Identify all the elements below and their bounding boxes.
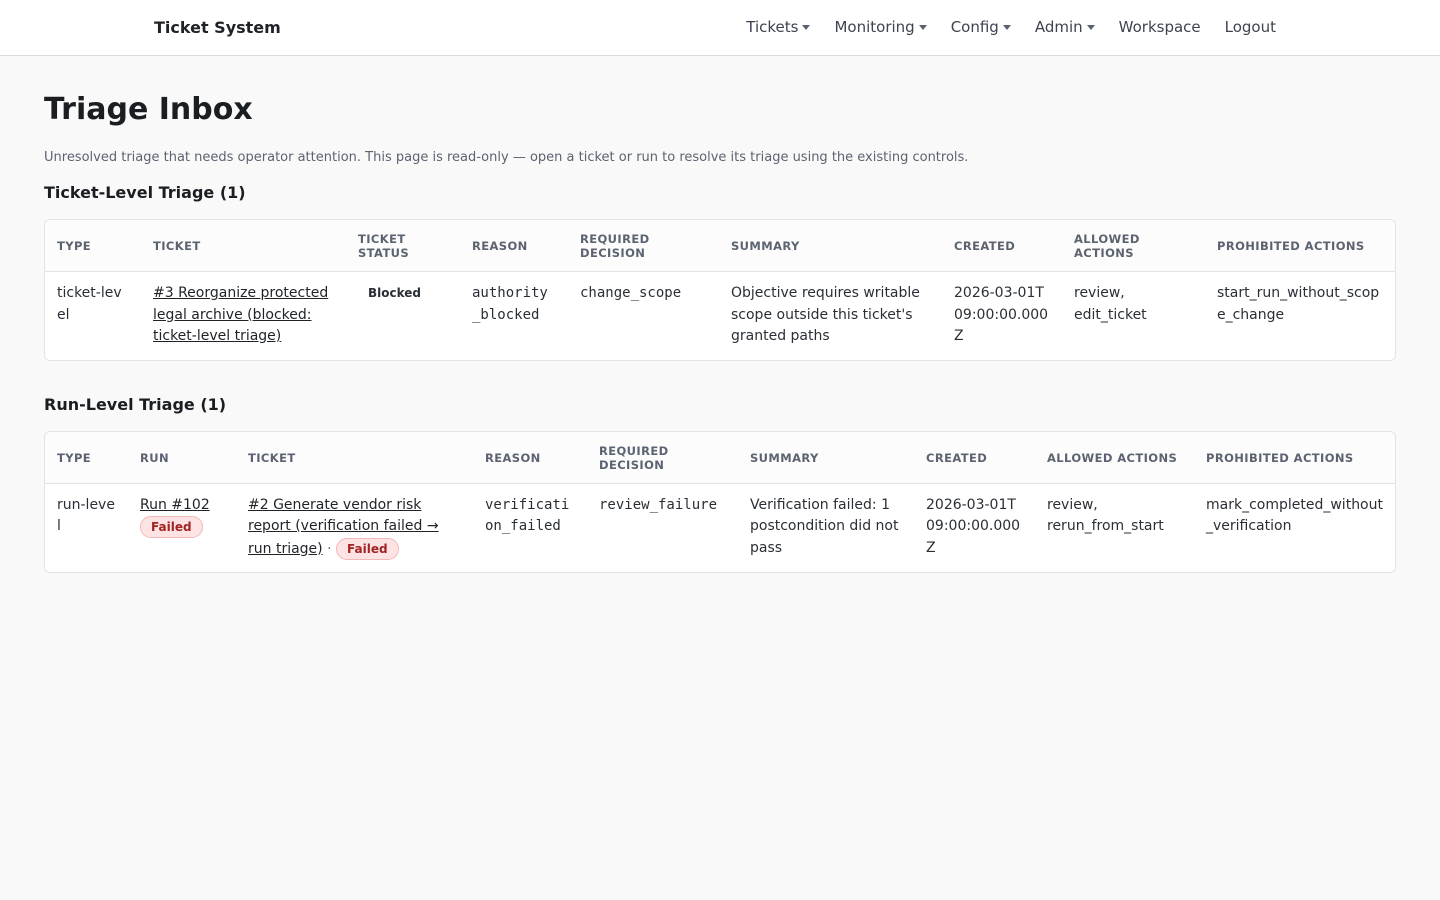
status-badge: Blocked: [368, 286, 422, 300]
column-header-required-decision: REQUIRED DECISION: [568, 220, 719, 272]
column-header-prohibited-actions: PROHIBITED ACTIONS: [1194, 431, 1395, 484]
cell-created: 2026-03-01T09:00:00.000Z: [926, 496, 1021, 556]
nav-logout-label: Logout: [1224, 18, 1276, 36]
page-intro: Unresolved triage that needs operator at…: [44, 150, 969, 165]
ticket-status-badge: Failed: [336, 537, 399, 560]
column-header-allowed-actions: ALLOWED ACTIONS: [1035, 431, 1194, 484]
cell-allowed-actions: review, edit_ticket: [1074, 285, 1147, 323]
column-header-summary: SUMMARY: [719, 220, 942, 272]
cell-summary: Verification failed: 1 postcondition did…: [750, 496, 899, 556]
page-title: Triage Inbox: [44, 92, 253, 127]
column-header-created: CREATED: [942, 220, 1062, 272]
nav-config[interactable]: Config: [951, 18, 1011, 36]
brand-logo[interactable]: Ticket System: [154, 18, 281, 37]
run-triage-heading: Run-Level Triage (1): [44, 394, 227, 414]
nav-tickets-label: Tickets: [746, 18, 799, 36]
ticket-triage-table: TYPE TICKET TICKET STATUS REASON REQUIRE…: [45, 220, 1395, 360]
column-header-created: CREATED: [914, 431, 1035, 484]
caret-down-icon: [918, 24, 927, 30]
run-link[interactable]: Run #102: [140, 497, 210, 513]
cell-type: run-level: [57, 496, 115, 535]
cell-summary: Objective requires writable scope outsid…: [731, 285, 920, 344]
main-nav: Tickets Monitoring Config Admin Workspac…: [746, 18, 1276, 36]
column-header-reason: REASON: [473, 431, 587, 484]
run-triage-table: TYPE RUN TICKET REASON REQUIRED DECISION…: [45, 431, 1395, 573]
column-header-summary: SUMMARY: [738, 431, 914, 484]
ticket-link[interactable]: #3 Reorganize protected legal archive (b…: [153, 285, 328, 344]
column-header-allowed-actions: ALLOWED ACTIONS: [1062, 220, 1205, 272]
column-header-type: TYPE: [45, 431, 128, 484]
table-header-row: TYPE RUN TICKET REASON REQUIRED DECISION…: [45, 431, 1395, 484]
table-header-row: TYPE TICKET TICKET STATUS REASON REQUIRE…: [45, 220, 1395, 272]
cell-allowed-actions: review, rerun_from_start: [1047, 496, 1164, 535]
cell-ticket: #2 Generate vendor risk report (verifica…: [236, 483, 473, 572]
run-status-badge: Failed: [140, 516, 203, 538]
caret-down-icon: [1002, 24, 1011, 30]
separator-dot: ·: [327, 540, 332, 557]
ticket-triage-heading: Ticket-Level Triage (1): [44, 183, 246, 202]
cell-type: ticket-level: [57, 285, 122, 323]
cell-ticket-status: Blocked: [346, 272, 460, 360]
run-triage-table-card: TYPE RUN TICKET REASON REQUIRED DECISION…: [44, 430, 1396, 573]
caret-down-icon: [802, 24, 811, 30]
cell-prohibited-actions: mark_completed_without_verification: [1206, 496, 1383, 535]
cell-prohibited-actions: start_run_without_scope_change: [1217, 285, 1380, 323]
nav-workspace-label: Workspace: [1118, 18, 1201, 36]
nav-admin-label: Admin: [1034, 18, 1083, 36]
column-header-ticket: TICKET: [141, 220, 346, 272]
ticket-triage-table-card: TYPE TICKET TICKET STATUS REASON REQUIRE…: [44, 219, 1396, 361]
column-header-run: RUN: [128, 431, 236, 484]
nav-monitoring-label: Monitoring: [834, 18, 915, 36]
nav-config-label: Config: [950, 18, 999, 36]
top-navbar: Ticket System Tickets Monitoring Config …: [0, 0, 1440, 56]
cell-reason: authority_blocked: [472, 285, 548, 323]
cell-reason: verification_failed: [485, 496, 570, 535]
column-header-type: TYPE: [45, 220, 141, 272]
cell-ticket: #3 Reorganize protected legal archive (b…: [141, 272, 346, 360]
caret-down-icon: [1086, 24, 1095, 30]
nav-monitoring[interactable]: Monitoring: [834, 18, 927, 36]
main-content: Triage Inbox Unresolved triage that need…: [0, 56, 1440, 573]
nav-tickets[interactable]: Tickets: [746, 18, 811, 36]
cell-required-decision: review_failure: [599, 496, 718, 513]
column-header-ticket: TICKET: [236, 431, 473, 484]
column-header-reason: REASON: [460, 220, 568, 272]
column-header-prohibited-actions: PROHIBITED ACTIONS: [1205, 220, 1395, 272]
table-row: ticket-level #3 Reorganize protected leg…: [45, 272, 1395, 360]
nav-logout[interactable]: Logout: [1225, 18, 1276, 36]
nav-admin[interactable]: Admin: [1035, 18, 1095, 36]
table-row: run-level Run #102 Failed #2 Generate ve…: [45, 483, 1395, 572]
column-header-required-decision: REQUIRED DECISION: [587, 431, 738, 484]
cell-created: 2026-03-01T09:00:00.000Z: [954, 285, 1049, 344]
column-header-ticket-status: TICKET STATUS: [346, 220, 460, 272]
cell-required-decision: change_scope: [580, 285, 682, 301]
nav-workspace[interactable]: Workspace: [1119, 18, 1201, 36]
cell-run: Run #102 Failed: [128, 483, 236, 572]
